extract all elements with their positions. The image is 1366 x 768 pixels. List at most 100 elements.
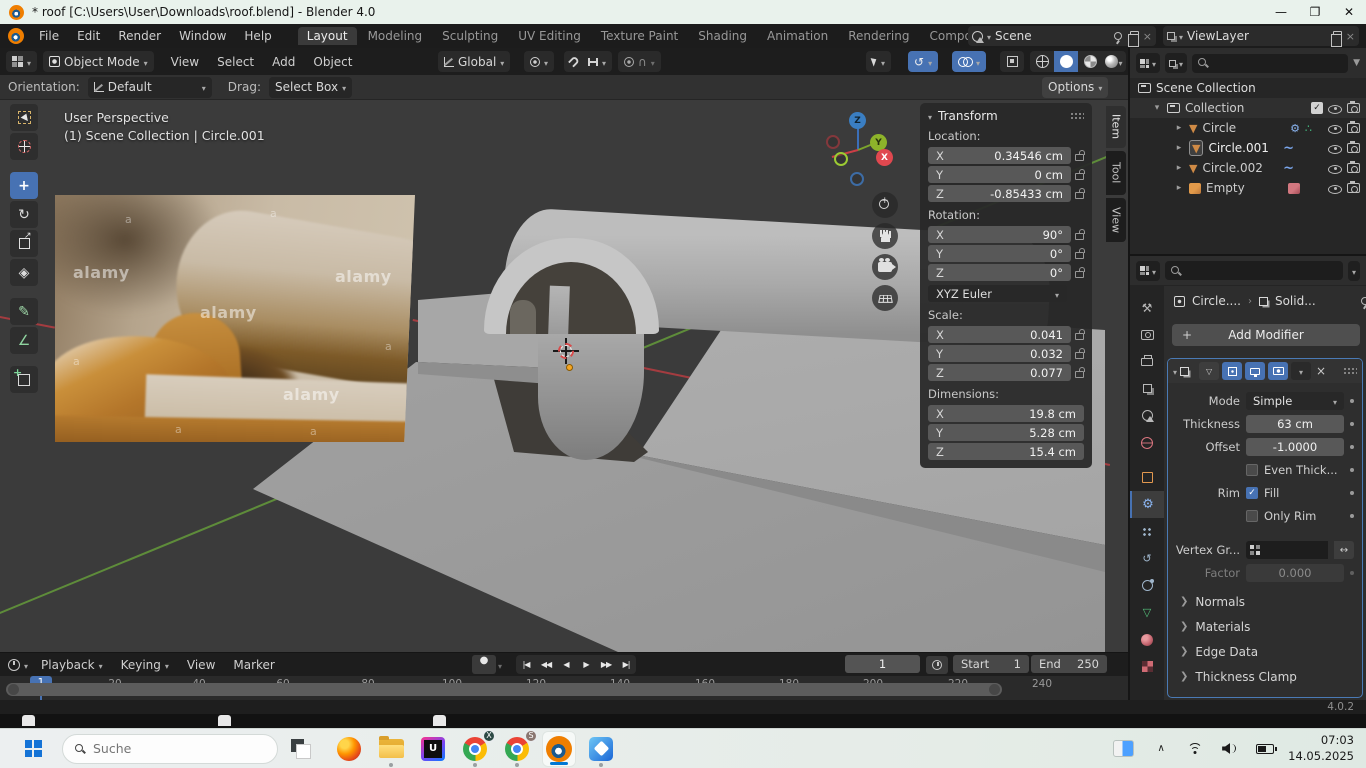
menu-view-timeline[interactable]: View (178, 658, 224, 672)
tab-world[interactable] (1130, 429, 1164, 456)
eye-icon[interactable] (1328, 142, 1342, 155)
orientation-setting-dropdown[interactable]: Default (88, 77, 212, 98)
disclosure-closed-icon[interactable]: ▸ (1174, 143, 1184, 153)
orthographic-toggle-button[interactable] (872, 285, 898, 311)
disclosure-open-icon[interactable]: ▾ (1152, 103, 1162, 113)
search-input[interactable] (93, 741, 243, 756)
rotation-x-field[interactable]: X90° (928, 226, 1071, 243)
tab-particles[interactable] (1130, 518, 1164, 545)
scale-x-field[interactable]: X0.041 (928, 326, 1071, 343)
chrome-profile-x-button[interactable]: X (458, 731, 492, 767)
section-thickness-clamp[interactable]: ❯Thickness Clamp (1168, 664, 1362, 689)
outliner-row-circle-002[interactable]: ▸ ▼ Circle.002 ~ (1130, 158, 1366, 178)
dimensions-x-field[interactable]: X19.8 cm (928, 405, 1084, 422)
object-visibility-dropdown[interactable] (866, 51, 891, 72)
tab-object-data[interactable]: ▽ (1130, 599, 1164, 626)
animate-dot[interactable] (1350, 514, 1354, 518)
outliner-row-circle-001[interactable]: ▸ ▼ Circle.001 ~ (1130, 138, 1366, 158)
lock-icon[interactable] (1075, 154, 1084, 161)
mode-dropdown[interactable]: Simple (1246, 392, 1344, 410)
scale-y-field[interactable]: Y0.032 (928, 345, 1071, 362)
drag-handle-icon[interactable] (1343, 367, 1357, 375)
on-cage-toggle[interactable]: ▽ (1199, 362, 1219, 380)
location-z-field[interactable]: Z-0.85433 cm (928, 185, 1071, 202)
timeline-editor-type-button[interactable] (8, 658, 28, 672)
next-keyframe-button[interactable]: ▶▶ (596, 660, 616, 669)
new-scene-icon[interactable] (1130, 31, 1139, 42)
tool-rotate[interactable]: ↻ (10, 201, 38, 228)
close-button[interactable]: ✕ (1332, 0, 1366, 24)
wifi-button[interactable] (1182, 731, 1208, 767)
menu-keying[interactable]: Keying (112, 658, 178, 672)
menu-view[interactable]: View (162, 55, 208, 69)
taskbar-search[interactable] (62, 734, 278, 764)
task-view-button[interactable] (284, 731, 318, 767)
properties-search-field[interactable] (1165, 261, 1343, 280)
section-edge-data[interactable]: ❯Edge Data (1168, 639, 1362, 664)
camera-visibility-icon[interactable] (1347, 183, 1360, 193)
gizmo-minus-x-axis[interactable] (826, 135, 840, 149)
lock-icon[interactable] (1075, 352, 1084, 359)
editor-splitter[interactable] (1128, 48, 1130, 700)
drag-handle-icon[interactable] (1070, 112, 1084, 120)
gizmo-z-axis[interactable]: Z (849, 112, 866, 129)
firefox-button[interactable] (332, 731, 366, 767)
navigation-gizmo[interactable]: Z Y X (820, 108, 900, 194)
menu-select[interactable]: Select (208, 55, 263, 69)
tab-texture-paint[interactable]: Texture Paint (592, 27, 687, 45)
npanel-tab-view[interactable]: View (1106, 198, 1126, 242)
options-button[interactable]: Options (1042, 77, 1108, 98)
menu-help[interactable]: Help (235, 29, 280, 43)
scale-z-field[interactable]: Z0.077 (928, 364, 1071, 381)
camera-visibility-icon[interactable] (1347, 123, 1360, 133)
close-modifier-icon[interactable]: × (1316, 364, 1326, 378)
disclosure-closed-icon[interactable]: ▸ (1174, 163, 1184, 173)
drag-dropdown[interactable]: Select Box (269, 77, 352, 98)
mode-dropdown[interactable]: Object Mode (43, 51, 154, 72)
pin-icon[interactable] (1361, 297, 1366, 305)
breadcrumb-modifier[interactable]: Solid... (1275, 294, 1316, 308)
tray-expand-button[interactable]: ∧ (1148, 731, 1174, 767)
start-frame-field[interactable]: Start1 (953, 655, 1029, 673)
remove-viewlayer-icon[interactable]: × (1346, 30, 1355, 43)
outliner-filter-mode-button[interactable] (1165, 53, 1187, 73)
tab-output[interactable] (1130, 348, 1164, 375)
menu-edit[interactable]: Edit (68, 29, 109, 43)
jump-to-start-button[interactable]: |◀ (516, 660, 536, 669)
rotation-y-field[interactable]: Y0° (928, 245, 1071, 262)
auto-keying-button[interactable]: ● (472, 655, 496, 674)
tool-transform[interactable]: ◈ (10, 259, 38, 286)
filter-funnel-icon[interactable]: ▼ (1353, 58, 1360, 68)
eye-icon[interactable] (1328, 122, 1342, 135)
outliner-row-scene-collection[interactable]: Scene Collection (1130, 78, 1366, 98)
editor-splitter[interactable] (0, 652, 1128, 653)
menu-object[interactable]: Object (304, 55, 361, 69)
menu-add[interactable]: Add (263, 55, 304, 69)
lock-icon[interactable] (1075, 252, 1084, 259)
eye-icon[interactable] (1328, 102, 1342, 115)
invert-vertex-group-button[interactable]: ↔ (1334, 541, 1354, 559)
lock-icon[interactable] (1075, 173, 1084, 180)
disclosure-closed-icon[interactable]: ▸ (1174, 123, 1184, 133)
scene-selector[interactable]: Scene × (968, 26, 1156, 46)
tool-cursor[interactable] (10, 133, 38, 160)
tool-move[interactable]: + (10, 172, 38, 199)
lock-icon[interactable] (1075, 371, 1084, 378)
animate-dot[interactable] (1350, 445, 1354, 449)
menu-file[interactable]: File (30, 29, 68, 43)
add-modifier-button[interactable]: Add Modifier (1172, 324, 1360, 346)
pin-icon[interactable] (1114, 32, 1122, 40)
timeline-ruler[interactable]: 20 40 60 80 100 120 140 160 180 200 220 … (0, 676, 1128, 700)
tab-sculpting[interactable]: Sculpting (433, 27, 507, 45)
chrome-profile-s-button[interactable]: S (500, 731, 534, 767)
shading-wireframe-button[interactable] (1030, 51, 1054, 72)
eye-icon[interactable] (1328, 162, 1342, 175)
editor-splitter[interactable] (1130, 254, 1366, 256)
file-explorer-button[interactable] (374, 731, 408, 767)
menu-window[interactable]: Window (170, 29, 235, 43)
new-viewlayer-icon[interactable] (1333, 31, 1342, 42)
tool-select-box[interactable] (10, 104, 38, 131)
lock-icon[interactable] (1075, 192, 1084, 199)
photos-button[interactable] (584, 731, 618, 767)
blender-menu-icon[interactable] (8, 28, 24, 44)
